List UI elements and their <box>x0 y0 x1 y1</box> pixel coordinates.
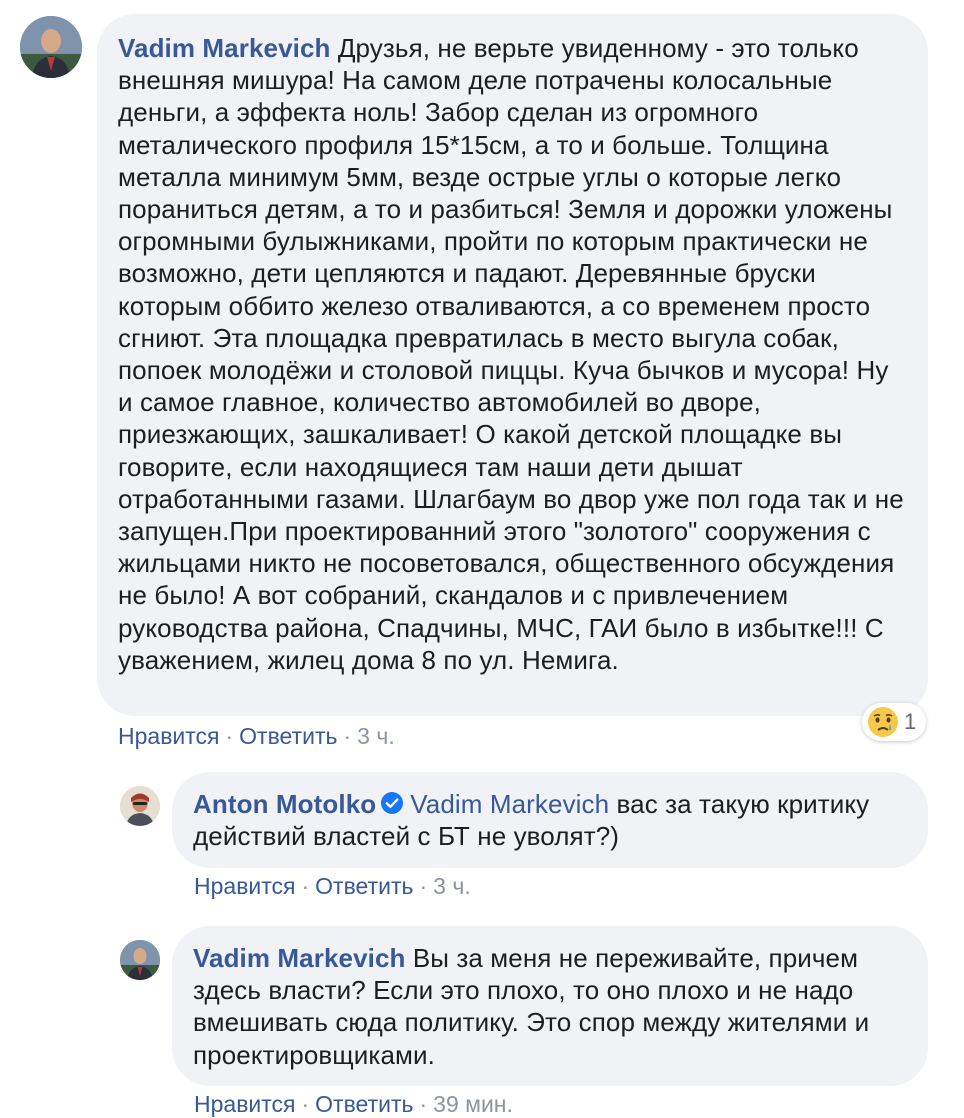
reply-button[interactable]: Ответить <box>239 723 337 749</box>
avatar[interactable] <box>120 940 160 980</box>
like-button[interactable]: Нравится <box>194 873 296 899</box>
comment-actions: Нравится · Ответить · 39 мин. <box>194 1090 513 1118</box>
verified-badge-icon <box>381 792 404 814</box>
separator: · <box>419 873 428 899</box>
author-name[interactable]: Vadim Markevich <box>118 33 331 63</box>
timestamp[interactable]: 39 мин. <box>433 1091 513 1117</box>
separator: · <box>343 723 352 749</box>
timestamp[interactable]: 3 ч. <box>433 873 471 899</box>
comment-body: Vadim Markevich Вы за меня не переживайт… <box>193 942 908 1071</box>
timestamp[interactable]: 3 ч. <box>357 723 395 749</box>
comment-bubble: Anton Motolko Vadim Markevich вас за таку… <box>172 772 928 868</box>
reply-button[interactable]: Ответить <box>315 873 413 899</box>
reply-button[interactable]: Ответить <box>315 1091 413 1117</box>
separator: · <box>301 873 310 899</box>
separator: · <box>419 1091 428 1117</box>
comment-bubble: Vadim Markevich Вы за меня не переживайт… <box>172 926 928 1086</box>
separator: · <box>301 1091 310 1117</box>
sad-face-icon <box>868 707 898 737</box>
separator: · <box>225 723 234 749</box>
avatar-anton-photo <box>120 786 160 826</box>
comment-text: Друзья, не верьте увиденному - это тольк… <box>118 33 904 675</box>
author-name[interactable]: Anton Motolko <box>193 789 376 819</box>
avatar-vadim-photo <box>20 16 82 78</box>
avatar[interactable] <box>120 786 160 826</box>
like-button[interactable]: Нравится <box>194 1091 296 1117</box>
mention-link[interactable]: Vadim Markevich <box>410 789 609 819</box>
reaction-badge[interactable]: 1 <box>862 703 927 741</box>
avatar[interactable] <box>20 16 82 78</box>
avatar-vadim-photo <box>120 940 160 980</box>
comment-actions: Нравится · Ответить · 3 ч. <box>118 722 395 750</box>
comment-body: Anton Motolko Vadim Markevich вас за таку… <box>193 788 908 852</box>
comment-bubble: Vadim Markevich Друзья, не верьте увиден… <box>97 14 928 716</box>
reaction-count: 1 <box>904 709 917 734</box>
comment-body: Vadim Markevich Друзья, не верьте увиден… <box>118 32 904 676</box>
author-name[interactable]: Vadim Markevich <box>193 943 406 973</box>
comment-actions: Нравится · Ответить · 3 ч. <box>194 872 471 900</box>
like-button[interactable]: Нравится <box>118 723 220 749</box>
